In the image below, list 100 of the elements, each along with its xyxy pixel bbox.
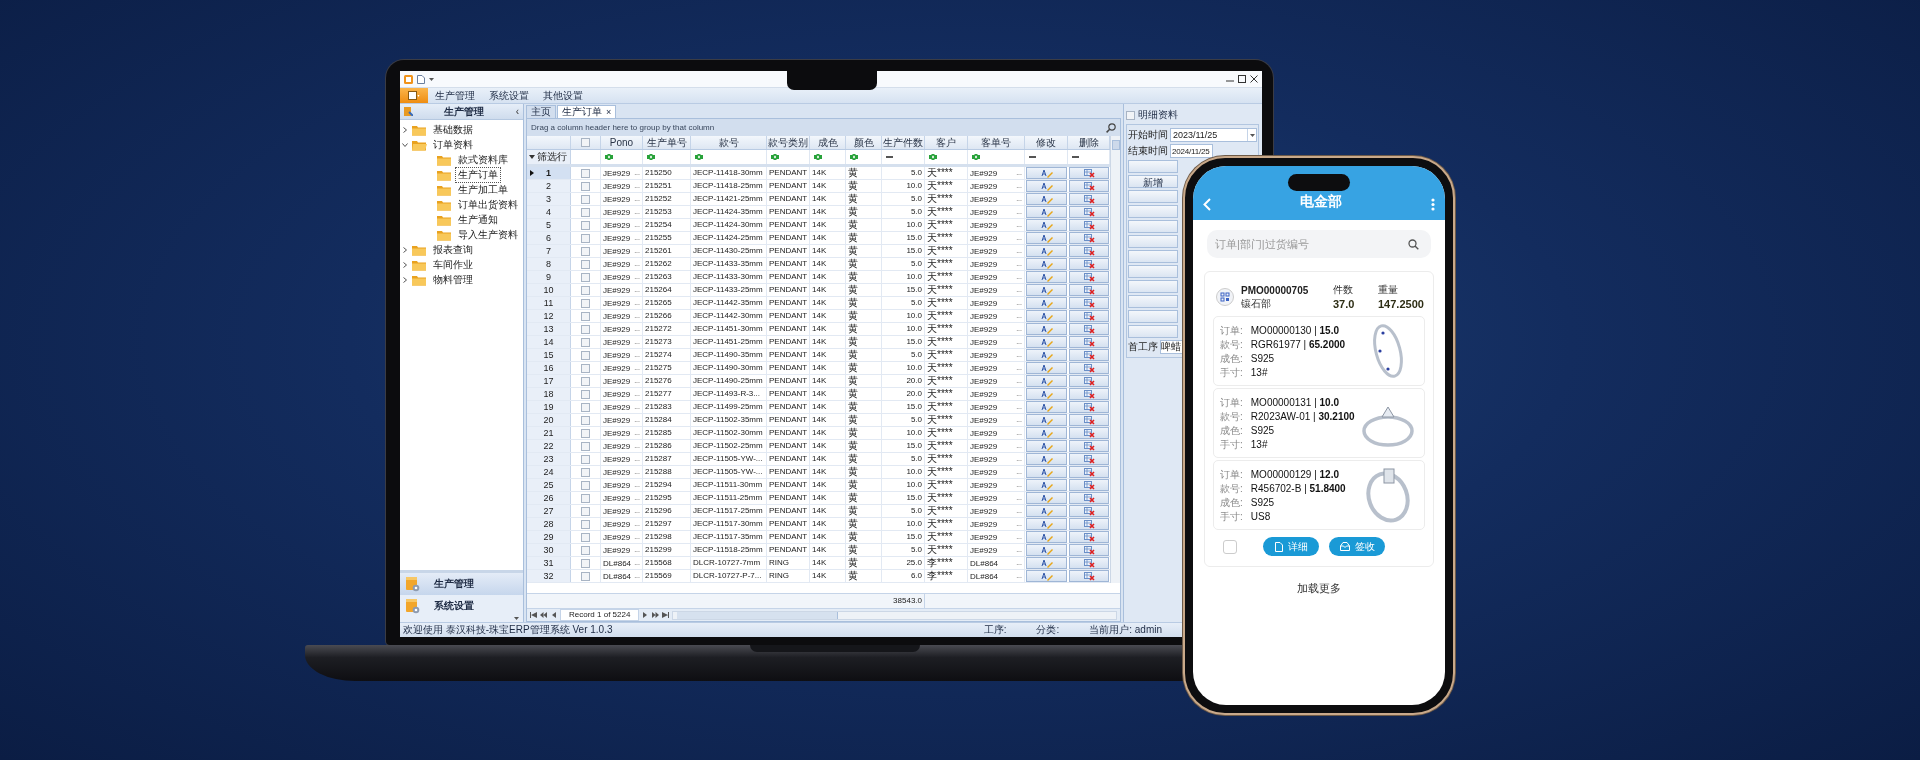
filter-icon[interactable] bbox=[929, 154, 937, 160]
tree-item[interactable]: 生产通知 bbox=[455, 211, 501, 228]
column-header[interactable]: 生产单号 bbox=[646, 137, 687, 148]
chevron-right-icon[interactable] bbox=[402, 261, 408, 268]
tree-item[interactable]: 订单资料 bbox=[430, 136, 476, 153]
row-checkbox[interactable] bbox=[581, 441, 590, 451]
row-checkbox[interactable] bbox=[581, 233, 590, 243]
delete-button[interactable] bbox=[1069, 492, 1109, 504]
edit-button[interactable] bbox=[1026, 375, 1067, 387]
edit-button[interactable] bbox=[1026, 479, 1067, 491]
panel-button[interactable] bbox=[1128, 325, 1178, 338]
filter-icon[interactable] bbox=[972, 154, 980, 160]
row-checkbox[interactable] bbox=[581, 311, 590, 321]
panel-button[interactable] bbox=[1128, 265, 1178, 278]
next-page-icon[interactable] bbox=[652, 612, 660, 618]
row-checkbox[interactable] bbox=[581, 467, 590, 477]
delete-button[interactable] bbox=[1069, 310, 1109, 322]
item-card[interactable]: 订单: MO00000131 | 10.0 款号: R2023AW-01 | 30.2100 成色: S925 手寸: 13# bbox=[1213, 388, 1425, 458]
maximize-icon[interactable] bbox=[1238, 75, 1246, 83]
vertical-scrollbar[interactable] bbox=[1110, 136, 1120, 583]
tree-item[interactable]: 生产加工单 bbox=[455, 181, 511, 198]
item-card[interactable]: 订单: MO00000130 | 15.0 款号: RGR61977 | 65.2000 成色: S925 手寸: 13# bbox=[1213, 316, 1425, 386]
column-header[interactable]: 生产件数 bbox=[883, 137, 923, 148]
tab[interactable]: 生产订单 × bbox=[557, 105, 617, 118]
edit-button[interactable] bbox=[1026, 531, 1067, 543]
row-checkbox[interactable] bbox=[581, 298, 590, 308]
load-more-link[interactable]: 加载更多 bbox=[1193, 581, 1445, 596]
row-checkbox[interactable] bbox=[581, 207, 590, 217]
row-checkbox[interactable] bbox=[581, 480, 590, 490]
edit-button[interactable] bbox=[1026, 245, 1067, 257]
document-icon[interactable] bbox=[417, 74, 425, 84]
tree-item[interactable]: 基础数据 bbox=[430, 121, 476, 138]
panel-button[interactable] bbox=[1128, 310, 1178, 323]
header-checkbox[interactable] bbox=[581, 138, 590, 147]
row-checkbox[interactable] bbox=[581, 493, 590, 503]
edit-button[interactable] bbox=[1026, 362, 1067, 374]
close-icon[interactable] bbox=[1250, 75, 1258, 83]
close-button[interactable]: × bbox=[606, 107, 612, 117]
delete-button[interactable] bbox=[1069, 479, 1109, 491]
process-select[interactable]: 啤蜡 bbox=[1160, 340, 1183, 354]
nav-item[interactable]: 生产管理 bbox=[400, 573, 523, 595]
nav-item[interactable]: 系统设置 bbox=[400, 595, 523, 617]
row-checkbox[interactable] bbox=[581, 246, 590, 256]
filter-icon[interactable] bbox=[695, 154, 703, 160]
delete-button[interactable] bbox=[1069, 466, 1109, 478]
delete-button[interactable] bbox=[1069, 440, 1109, 452]
edit-button[interactable] bbox=[1026, 167, 1067, 179]
edit-button[interactable] bbox=[1026, 466, 1067, 478]
row-checkbox[interactable] bbox=[581, 259, 590, 269]
column-header[interactable]: 款号类别 bbox=[768, 137, 808, 148]
chevron-right-icon[interactable] bbox=[402, 126, 408, 133]
panel-button[interactable] bbox=[1128, 280, 1178, 293]
row-checkbox[interactable] bbox=[581, 337, 590, 347]
delete-button[interactable] bbox=[1069, 167, 1109, 179]
delete-button[interactable] bbox=[1069, 375, 1109, 387]
column-header[interactable]: 修改 bbox=[1036, 137, 1056, 148]
caret-icon[interactable] bbox=[429, 77, 434, 81]
column-header[interactable]: 颜色 bbox=[853, 137, 874, 148]
tree-item[interactable]: 款式资料库 bbox=[455, 151, 511, 168]
edit-button[interactable] bbox=[1026, 284, 1067, 296]
edit-button[interactable] bbox=[1026, 180, 1067, 192]
delete-button[interactable] bbox=[1069, 531, 1109, 543]
edit-button[interactable] bbox=[1026, 310, 1067, 322]
tree-item[interactable]: 导入生产资料 bbox=[455, 226, 521, 243]
back-icon[interactable] bbox=[1203, 198, 1211, 211]
column-header[interactable]: 删除 bbox=[1078, 137, 1099, 148]
tree-item[interactable]: 报表查询 bbox=[430, 241, 476, 258]
menu-item[interactable]: 生产管理 bbox=[428, 88, 482, 103]
edit-button[interactable] bbox=[1026, 388, 1067, 400]
panel-button[interactable] bbox=[1128, 235, 1178, 248]
edit-button[interactable] bbox=[1026, 232, 1067, 244]
panel-checkbox[interactable] bbox=[1126, 110, 1135, 120]
row-checkbox[interactable] bbox=[581, 519, 590, 529]
row-checkbox[interactable] bbox=[581, 454, 590, 464]
panel-button[interactable] bbox=[1128, 295, 1178, 308]
delete-button[interactable] bbox=[1069, 245, 1109, 257]
collapse-button[interactable]: ‹ bbox=[515, 106, 519, 117]
delete-button[interactable] bbox=[1069, 336, 1109, 348]
panel-button[interactable] bbox=[1128, 220, 1178, 233]
row-checkbox[interactable] bbox=[581, 376, 590, 386]
row-checkbox[interactable] bbox=[581, 545, 590, 555]
checkbox[interactable] bbox=[1223, 539, 1237, 554]
filter-icon[interactable] bbox=[771, 154, 779, 160]
delete-button[interactable] bbox=[1069, 388, 1109, 400]
delete-button[interactable] bbox=[1069, 505, 1109, 517]
more-icon[interactable] bbox=[1431, 198, 1435, 211]
app-menu-button[interactable] bbox=[400, 88, 428, 103]
edit-button[interactable] bbox=[1026, 336, 1067, 348]
row-checkbox[interactable] bbox=[581, 350, 590, 360]
delete-button[interactable] bbox=[1069, 232, 1109, 244]
row-checkbox[interactable] bbox=[581, 285, 590, 295]
delete-button[interactable] bbox=[1069, 180, 1109, 192]
column-header[interactable]: 客单号 bbox=[981, 137, 1011, 148]
row-checkbox[interactable] bbox=[581, 168, 590, 178]
chevron-down-icon[interactable] bbox=[402, 141, 408, 148]
delete-button[interactable] bbox=[1069, 297, 1109, 309]
row-checkbox[interactable] bbox=[581, 402, 590, 412]
delete-button[interactable] bbox=[1069, 284, 1109, 296]
delete-button[interactable] bbox=[1069, 518, 1109, 530]
row-checkbox[interactable] bbox=[581, 363, 590, 373]
